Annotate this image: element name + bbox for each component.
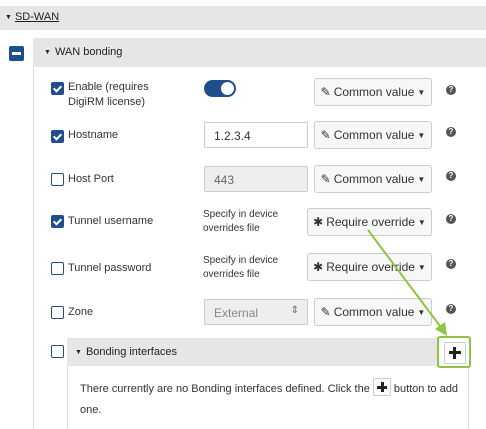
annotation-arrow [367,229,447,336]
